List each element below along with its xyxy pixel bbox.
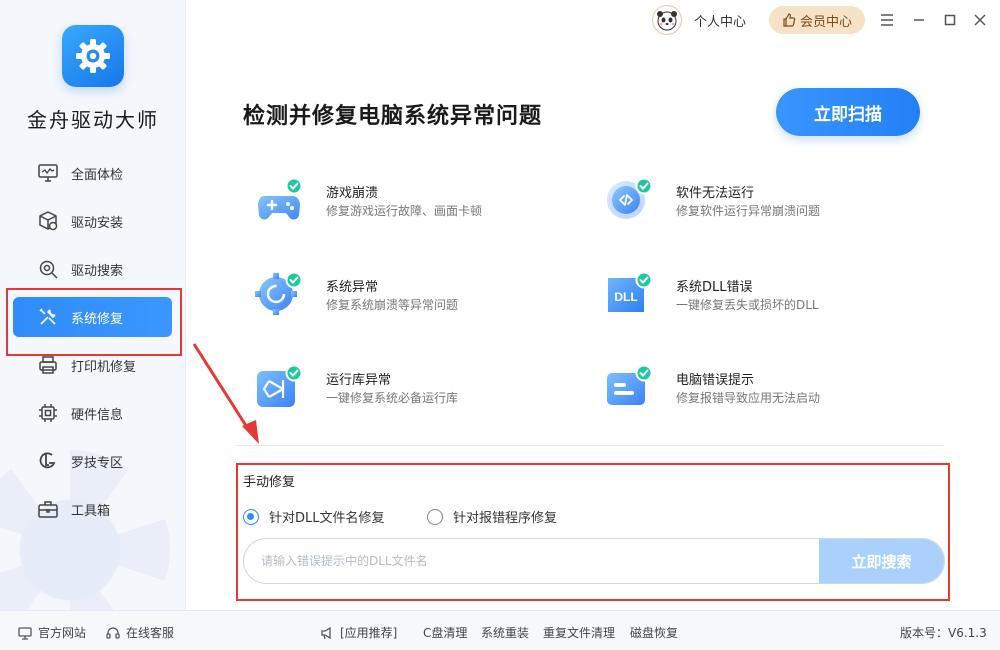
card-description: 修复系统崩溃等异常问题 [326, 298, 459, 312]
chip-icon [39, 404, 57, 422]
sidebar-item-hardware-info[interactable]: 硬件信息 [13, 393, 172, 433]
member-center-label: 会员中心 [799, 14, 852, 30]
repair-card-dll-error[interactable]: DLL 系统DLL错误 一键修复丢失或损坏的DLL [604, 272, 904, 332]
official-website-link[interactable]: 官方网站 [18, 624, 86, 641]
app-recommend: [应用推荐] [320, 624, 397, 641]
package-icon [39, 211, 58, 231]
footer-link-label: 重复文件清理 [543, 626, 616, 640]
footer-link-label: 系统重装 [481, 626, 530, 640]
sidebar-item-driver-install[interactable]: 驱动安装 [13, 201, 172, 241]
footer-link-label: 官方网站 [38, 626, 87, 640]
avatar[interactable] [652, 5, 682, 35]
card-description: 一键修复丢失或损坏的DLL [676, 298, 819, 312]
footer-link-disk-recovery[interactable]: 磁盘恢复 [630, 624, 678, 641]
personal-center-link[interactable]: 个人中心 [694, 11, 746, 30]
gear-logo-icon [76, 39, 110, 73]
panda-avatar-icon [657, 11, 677, 31]
radio-label: 针对报错程序修复 [453, 511, 558, 526]
dll-search-bar: 立即搜索 [243, 538, 945, 584]
minimize-button[interactable] [911, 12, 927, 28]
title-bar: 个人中心 会员中心 [186, 0, 1000, 40]
card-title: 游戏崩溃 [326, 186, 379, 201]
dll-search-input[interactable] [244, 539, 820, 583]
sidebar-item-label: 罗技专区 [71, 455, 124, 471]
card-title: 系统DLL错误 [676, 280, 753, 295]
repair-card-error-prompt[interactable]: 电脑错误提示 修复报错导致应用无法启动 [604, 365, 904, 425]
thumbs-up-icon [783, 13, 796, 27]
radio-dll-filename[interactable]: 针对DLL文件名修复 [243, 507, 385, 526]
sidebar-item-label: 打印机修复 [71, 359, 137, 375]
card-description: 修复报错导致应用无法启动 [676, 391, 821, 405]
sidebar-item-label: 工具箱 [71, 503, 111, 519]
online-support-link[interactable]: 在线客服 [106, 624, 174, 641]
card-description: 修复游戏运行故障、画面卡顿 [326, 204, 483, 218]
page-title: 检测并修复电脑系统异常问题 [243, 104, 543, 129]
printer-icon [39, 356, 57, 374]
repair-card-game-crash[interactable]: 游戏崩溃 修复游戏运行故障、画面卡顿 [254, 178, 554, 238]
footer-link-label: 磁盘恢复 [630, 626, 679, 640]
close-button[interactable] [972, 12, 988, 28]
footer-link-label: 在线客服 [126, 626, 175, 640]
gamepad-icon [258, 178, 303, 220]
svg-text:DLL: DLL [614, 290, 637, 304]
close-icon [974, 14, 986, 26]
monitor-icon [18, 626, 32, 640]
repair-card-software-not-run[interactable]: 软件无法运行 修复软件运行异常崩溃问题 [604, 178, 904, 238]
app-name: 金舟驱动大师 [27, 108, 159, 132]
member-center-button[interactable]: 会员中心 [769, 6, 865, 34]
footer-bar: 官方网站 在线客服 [应用推荐] C盘清理 系统重装 重复文件清理 磁盘恢复 版… [0, 610, 1000, 650]
version-label: 版本号：V6.1.3 [900, 624, 987, 641]
system-gear-icon [255, 272, 303, 315]
toolbox-icon [38, 501, 58, 518]
error-card-icon [607, 365, 653, 405]
footer-link-label: C盘清理 [423, 626, 468, 640]
manual-repair-title: 手动修复 [243, 475, 296, 490]
monitor-icon [38, 164, 58, 182]
annotation-arrow-icon [192, 343, 259, 444]
search-now-button[interactable]: 立即搜索 [819, 539, 944, 583]
app-recommend-label: [应用推荐] [340, 626, 398, 640]
repair-card-runtime-abnormal[interactable]: 运行库异常 一键修复系统必备运行库 [254, 365, 554, 425]
scan-now-button[interactable]: 立即扫描 [776, 88, 920, 136]
card-title: 运行库异常 [326, 373, 392, 388]
radio-button-checked[interactable] [243, 508, 259, 525]
repair-card-system-abnormal[interactable]: 系统异常 修复系统崩溃等异常问题 [254, 272, 554, 332]
maximize-icon [944, 14, 956, 26]
card-description: 一键修复系统必备运行库 [326, 391, 459, 405]
menu-button[interactable] [879, 12, 895, 28]
footer-link-c-drive-clean[interactable]: C盘清理 [423, 624, 467, 641]
sidebar-item-label: 驱动搜索 [71, 263, 124, 279]
radio-error-program[interactable]: 针对报错程序修复 [427, 507, 557, 526]
radio-button-unchecked[interactable] [427, 508, 443, 525]
card-title: 系统异常 [326, 280, 379, 295]
highlight-box-system-repair [6, 288, 182, 356]
card-title: 软件无法运行 [676, 186, 755, 201]
radio-label: 针对DLL文件名修复 [269, 511, 385, 526]
hamburger-icon [881, 14, 893, 26]
megaphone-icon [321, 626, 331, 639]
app-logo [62, 25, 124, 87]
sidebar-item-toolbox[interactable]: 工具箱 [13, 489, 172, 529]
code-icon [607, 178, 653, 219]
sidebar-item-full-check[interactable]: 全面体检 [13, 153, 172, 193]
version-text: 版本号：V6.1.3 [900, 626, 987, 640]
sidebar-item-label: 硬件信息 [71, 407, 124, 423]
sidebar-item-logitech[interactable]: 罗技专区 [13, 441, 172, 481]
search-gear-icon [39, 260, 58, 279]
logitech-icon [39, 452, 56, 469]
section-divider [236, 445, 944, 446]
footer-link-duplicate-clean[interactable]: 重复文件清理 [543, 624, 615, 641]
minimize-icon [914, 19, 924, 21]
sidebar-item-label: 全面体检 [71, 167, 124, 183]
footer-link-system-reinstall[interactable]: 系统重装 [481, 624, 529, 641]
dll-icon: DLL [608, 272, 653, 312]
card-title: 电脑错误提示 [676, 373, 755, 388]
sidebar-item-label: 驱动安装 [71, 215, 124, 231]
maximize-button[interactable] [942, 12, 958, 28]
headset-icon [106, 626, 120, 639]
sidebar-item-driver-search[interactable]: 驱动搜索 [13, 249, 172, 289]
card-description: 修复软件运行异常崩溃问题 [676, 204, 821, 218]
